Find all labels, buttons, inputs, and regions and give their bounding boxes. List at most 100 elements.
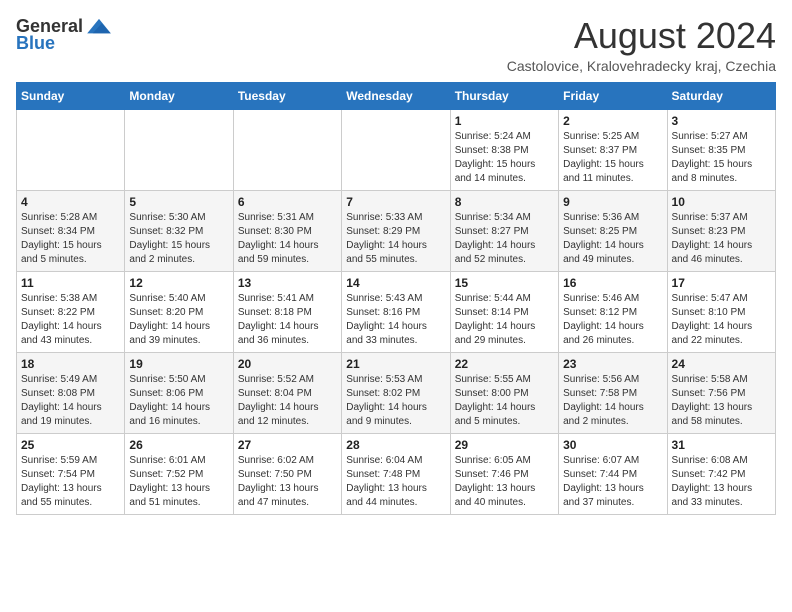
calendar-cell xyxy=(17,109,125,190)
calendar-cell: 5 Sunrise: 5:30 AMSunset: 8:32 PMDaylight… xyxy=(125,190,233,271)
calendar-cell: 9Sunrise: 5:36 AMSunset: 8:25 PMDaylight… xyxy=(559,190,667,271)
calendar-cell: 22 Sunrise: 5:55 AMSunset: 8:00 PMDayligh… xyxy=(450,352,558,433)
day-info: Sunrise: 5:47 AMSunset: 8:10 PMDaylight:… xyxy=(672,292,771,348)
day-number: 22 xyxy=(455,357,554,371)
weekday-header: Sunday xyxy=(17,82,125,109)
day-number: 25 xyxy=(21,438,120,452)
day-info: Sunrise: 6:04 AMSunset: 7:48 PMDaylight:… xyxy=(346,454,445,510)
day-number: 27 xyxy=(238,438,337,452)
day-info: Sunrise: 5:49 AMSunset: 8:08 PMDaylight:… xyxy=(21,373,120,429)
day-info: Sunrise: 5:31 AMSunset: 8:30 PMDaylight:… xyxy=(238,211,337,267)
day-number: 24 xyxy=(672,357,771,371)
calendar-cell: 25 Sunrise: 5:59 AMSunset: 7:54 PMDayligh… xyxy=(17,433,125,514)
calendar-week-row: 11Sunrise: 5:38 AMSunset: 8:22 PMDayligh… xyxy=(17,271,776,352)
calendar-cell: 13Sunrise: 5:41 AMSunset: 8:18 PMDayligh… xyxy=(233,271,341,352)
calendar-cell: 8 Sunrise: 5:34 AMSunset: 8:27 PMDaylight… xyxy=(450,190,558,271)
day-number: 5 xyxy=(129,195,228,209)
day-number: 20 xyxy=(238,357,337,371)
calendar-week-row: 25 Sunrise: 5:59 AMSunset: 7:54 PMDayligh… xyxy=(17,433,776,514)
page-header: General Blue August 2024 Castolovice, Kr… xyxy=(16,16,776,74)
day-number: 26 xyxy=(129,438,228,452)
day-info: Sunrise: 5:25 AMSunset: 8:37 PMDaylight:… xyxy=(563,130,662,186)
day-info: Sunrise: 5:50 AMSunset: 8:06 PMDaylight:… xyxy=(129,373,228,429)
day-info: Sunrise: 5:27 AMSunset: 8:35 PMDaylight:… xyxy=(672,130,771,186)
day-number: 14 xyxy=(346,276,445,290)
weekday-header: Saturday xyxy=(667,82,775,109)
day-info: Sunrise: 5:46 AMSunset: 8:12 PMDaylight:… xyxy=(563,292,662,348)
calendar-cell: 30 Sunrise: 6:07 AMSunset: 7:44 PMDayligh… xyxy=(559,433,667,514)
calendar-cell: 11Sunrise: 5:38 AMSunset: 8:22 PMDayligh… xyxy=(17,271,125,352)
calendar-cell: 2 Sunrise: 5:25 AMSunset: 8:37 PMDaylight… xyxy=(559,109,667,190)
day-number: 9 xyxy=(563,195,662,209)
day-info: Sunrise: 5:58 AMSunset: 7:56 PMDaylight:… xyxy=(672,373,771,429)
day-number: 18 xyxy=(21,357,120,371)
day-number: 6 xyxy=(238,195,337,209)
day-info: Sunrise: 5:34 AMSunset: 8:27 PMDaylight:… xyxy=(455,211,554,267)
day-info: Sunrise: 5:59 AMSunset: 7:54 PMDaylight:… xyxy=(21,454,120,510)
day-number: 30 xyxy=(563,438,662,452)
calendar-cell: 26 Sunrise: 6:01 AMSunset: 7:52 PMDayligh… xyxy=(125,433,233,514)
calendar-cell: 19 Sunrise: 5:50 AMSunset: 8:06 PMDayligh… xyxy=(125,352,233,433)
day-number: 15 xyxy=(455,276,554,290)
day-info: Sunrise: 6:07 AMSunset: 7:44 PMDaylight:… xyxy=(563,454,662,510)
day-info: Sunrise: 5:30 AMSunset: 8:32 PMDaylight:… xyxy=(129,211,228,267)
calendar-cell: 31 Sunrise: 6:08 AMSunset: 7:42 PMDayligh… xyxy=(667,433,775,514)
logo-blue-text: Blue xyxy=(16,33,55,54)
day-info: Sunrise: 5:52 AMSunset: 8:04 PMDaylight:… xyxy=(238,373,337,429)
calendar-cell: 24 Sunrise: 5:58 AMSunset: 7:56 PMDayligh… xyxy=(667,352,775,433)
day-number: 10 xyxy=(672,195,771,209)
weekday-header: Monday xyxy=(125,82,233,109)
calendar-header-row: SundayMondayTuesdayWednesdayThursdayFrid… xyxy=(17,82,776,109)
day-info: Sunrise: 6:08 AMSunset: 7:42 PMDaylight:… xyxy=(672,454,771,510)
day-info: Sunrise: 6:05 AMSunset: 7:46 PMDaylight:… xyxy=(455,454,554,510)
calendar-cell: 23 Sunrise: 5:56 AMSunset: 7:58 PMDayligh… xyxy=(559,352,667,433)
weekday-header: Thursday xyxy=(450,82,558,109)
calendar-cell: 7Sunrise: 5:33 AMSunset: 8:29 PMDaylight… xyxy=(342,190,450,271)
calendar-cell: 27Sunrise: 6:02 AMSunset: 7:50 PMDayligh… xyxy=(233,433,341,514)
day-info: Sunrise: 5:53 AMSunset: 8:02 PMDaylight:… xyxy=(346,373,445,429)
calendar-week-row: 1 Sunrise: 5:24 AMSunset: 8:38 PMDaylight… xyxy=(17,109,776,190)
day-number: 12 xyxy=(129,276,228,290)
day-number: 23 xyxy=(563,357,662,371)
logo-icon xyxy=(85,17,113,37)
day-number: 31 xyxy=(672,438,771,452)
day-info: Sunrise: 5:28 AMSunset: 8:34 PMDaylight:… xyxy=(21,211,120,267)
calendar-cell xyxy=(233,109,341,190)
day-info: Sunrise: 6:01 AMSunset: 7:52 PMDaylight:… xyxy=(129,454,228,510)
month-title: August 2024 xyxy=(507,16,776,56)
calendar-cell xyxy=(342,109,450,190)
calendar-table: SundayMondayTuesdayWednesdayThursdayFrid… xyxy=(16,82,776,515)
day-number: 16 xyxy=(563,276,662,290)
day-number: 29 xyxy=(455,438,554,452)
day-info: Sunrise: 5:37 AMSunset: 8:23 PMDaylight:… xyxy=(672,211,771,267)
title-area: August 2024 Castolovice, Kralovehradecky… xyxy=(507,16,776,74)
calendar-cell: 15 Sunrise: 5:44 AMSunset: 8:14 PMDayligh… xyxy=(450,271,558,352)
weekday-header: Friday xyxy=(559,82,667,109)
day-number: 8 xyxy=(455,195,554,209)
calendar-cell xyxy=(125,109,233,190)
calendar-cell: 20 Sunrise: 5:52 AMSunset: 8:04 PMDayligh… xyxy=(233,352,341,433)
calendar-cell: 17 Sunrise: 5:47 AMSunset: 8:10 PMDayligh… xyxy=(667,271,775,352)
day-number: 19 xyxy=(129,357,228,371)
day-number: 17 xyxy=(672,276,771,290)
day-number: 13 xyxy=(238,276,337,290)
calendar-cell: 12 Sunrise: 5:40 AMSunset: 8:20 PMDayligh… xyxy=(125,271,233,352)
day-info: Sunrise: 5:24 AMSunset: 8:38 PMDaylight:… xyxy=(455,130,554,186)
day-info: Sunrise: 5:40 AMSunset: 8:20 PMDaylight:… xyxy=(129,292,228,348)
calendar-cell: 16 Sunrise: 5:46 AMSunset: 8:12 PMDayligh… xyxy=(559,271,667,352)
calendar-cell: 4Sunrise: 5:28 AMSunset: 8:34 PMDaylight… xyxy=(17,190,125,271)
day-info: Sunrise: 5:56 AMSunset: 7:58 PMDaylight:… xyxy=(563,373,662,429)
calendar-cell: 14Sunrise: 5:43 AMSunset: 8:16 PMDayligh… xyxy=(342,271,450,352)
calendar-week-row: 4Sunrise: 5:28 AMSunset: 8:34 PMDaylight… xyxy=(17,190,776,271)
day-info: Sunrise: 5:33 AMSunset: 8:29 PMDaylight:… xyxy=(346,211,445,267)
day-number: 21 xyxy=(346,357,445,371)
day-info: Sunrise: 5:44 AMSunset: 8:14 PMDaylight:… xyxy=(455,292,554,348)
weekday-header: Tuesday xyxy=(233,82,341,109)
calendar-cell: 21 Sunrise: 5:53 AMSunset: 8:02 PMDayligh… xyxy=(342,352,450,433)
logo: General Blue xyxy=(16,16,113,54)
day-number: 2 xyxy=(563,114,662,128)
day-info: Sunrise: 5:55 AMSunset: 8:00 PMDaylight:… xyxy=(455,373,554,429)
calendar-cell: 29 Sunrise: 6:05 AMSunset: 7:46 PMDayligh… xyxy=(450,433,558,514)
calendar-cell: 1 Sunrise: 5:24 AMSunset: 8:38 PMDaylight… xyxy=(450,109,558,190)
day-number: 1 xyxy=(455,114,554,128)
